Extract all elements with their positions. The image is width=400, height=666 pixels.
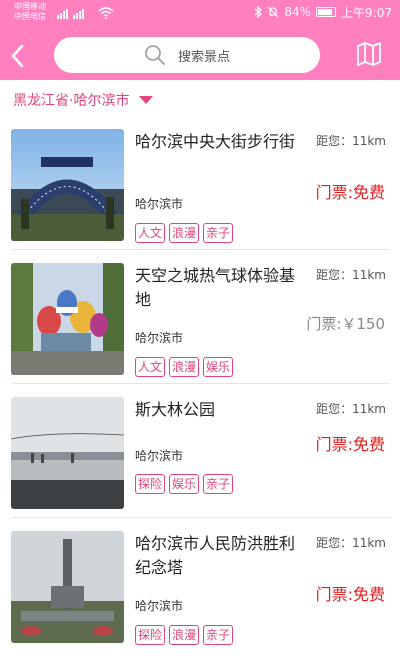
spot-city: 哈尔滨市 [135, 331, 184, 345]
folded-map-icon [357, 42, 381, 66]
back-button[interactable] [6, 40, 30, 72]
spot-price: 门票:免费 [315, 585, 385, 604]
spot-name: 斯大林公园 [135, 400, 216, 419]
search-placeholder: 搜索景点 [177, 49, 230, 65]
spot-tag: 亲子 [203, 474, 234, 494]
location-selector[interactable]: 黑龙江省·哈尔滨市 [13, 88, 154, 112]
carrier-labels: 中国移动 中国电信 [14, 2, 46, 22]
spot-price: 门票:免费 [315, 183, 385, 202]
spot-tag: 浪漫 [169, 625, 200, 645]
spot-distance: 距您：11km [316, 134, 386, 148]
spot-tag: 娱乐 [169, 474, 200, 494]
spot-photo [11, 263, 124, 375]
signal-icon [57, 9, 84, 19]
carrier-1: 中国移动 [14, 2, 46, 11]
spot-city: 哈尔滨市 [135, 449, 184, 463]
spot-item[interactable]: 斯大林公园 哈尔滨市 探险 娱乐 亲子 距您：11km 门票:免费 [0, 384, 400, 518]
spot-item[interactable]: 哈尔滨市人民防洪胜利纪念塔 哈尔滨市 探险 浪漫 亲子 距您：11km 门票:免… [0, 518, 400, 652]
spot-tags: 人文 浪漫 亲子 [135, 223, 234, 243]
status-right: 84% 上午9:07 [254, 5, 392, 20]
spot-tag: 人文 [135, 357, 166, 377]
magnifier-icon [145, 45, 165, 65]
spot-price: 门票:免费 [315, 435, 385, 454]
spot-photo [11, 129, 124, 241]
spot-photo [11, 531, 124, 643]
chevron-left-icon [11, 44, 24, 68]
spot-tag: 探险 [135, 625, 166, 645]
clock: 上午9:07 [341, 5, 392, 20]
spot-tag: 浪漫 [169, 357, 200, 377]
map-button[interactable] [356, 42, 382, 66]
spot-tag: 娱乐 [203, 357, 234, 377]
battery-percent: 84% [284, 5, 312, 19]
spot-tags: 探险 浪漫 亲子 [135, 625, 234, 645]
spot-city: 哈尔滨市 [135, 599, 184, 613]
spot-photo [11, 397, 124, 509]
spot-tag: 探险 [135, 474, 166, 494]
spot-name: 哈尔滨市人民防洪胜利纪念塔 [135, 534, 296, 577]
spot-distance: 距您：11km [316, 402, 386, 416]
battery-icon [316, 7, 337, 17]
spot-tag: 亲子 [203, 223, 234, 243]
carrier-2: 中国电信 [14, 12, 46, 21]
spot-tag: 亲子 [203, 625, 234, 645]
bluetooth-icon [254, 6, 263, 18]
spot-name: 天空之城热气球体验基地 [135, 266, 296, 309]
spot-tag: 浪漫 [169, 223, 200, 243]
mute-bell-icon [267, 6, 279, 18]
triangle-down-icon [139, 96, 154, 104]
header: 中国移动 中国电信 84% 上午9:07 搜索景点 [0, 0, 400, 80]
spot-distance: 距您：11km [316, 268, 386, 282]
spot-item[interactable]: 天空之城热气球体验基地 哈尔滨市 人文 浪漫 娱乐 距您：11km 门票:￥15… [0, 250, 400, 384]
spot-city: 哈尔滨市 [135, 197, 184, 211]
wifi-icon [98, 7, 114, 19]
search-input[interactable]: 搜索景点 [54, 37, 320, 73]
spot-tags: 探险 娱乐 亲子 [135, 474, 234, 494]
spot-item[interactable]: 哈尔滨中央大街步行街 哈尔滨市 人文 浪漫 亲子 距您：11km 门票:免费 [0, 116, 400, 250]
status-bar: 中国移动 中国电信 84% 上午9:07 [0, 0, 400, 26]
spot-distance: 距您：11km [316, 536, 386, 550]
spot-name: 哈尔滨中央大街步行街 [135, 132, 296, 151]
spot-tags: 人文 浪漫 娱乐 [135, 357, 234, 377]
spot-price: 门票:￥150 [306, 315, 385, 333]
spot-tag: 人文 [135, 223, 166, 243]
location-label: 黑龙江省·哈尔滨市 [13, 93, 130, 109]
